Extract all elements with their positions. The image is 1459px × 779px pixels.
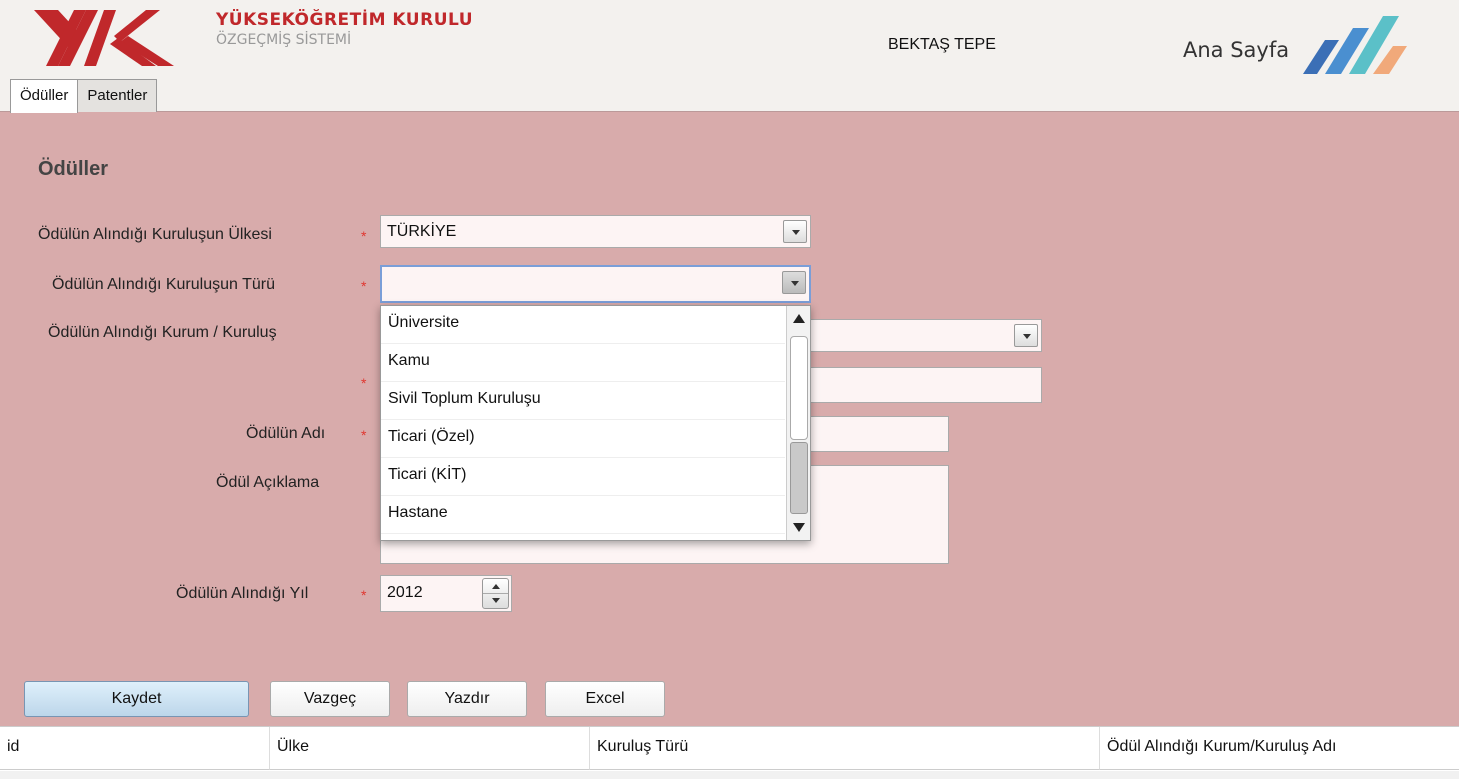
dropdown-option-ticari-kit[interactable]: Ticari (KİT) <box>381 458 785 496</box>
dropdown-scrollbar[interactable] <box>786 306 810 540</box>
column-header-ulke[interactable]: Ülke <box>270 727 590 770</box>
brand-title: YÜKSEKÖĞRETİM KURULU <box>216 10 474 30</box>
excel-button[interactable]: Excel <box>545 681 665 717</box>
user-name: BEKTAŞ TEPE <box>888 36 996 53</box>
year-label: Ödülün Alındığı Yıl <box>176 585 309 602</box>
results-table-header: id Ülke Kuruluş Türü Ödül Alındığı Kurum… <box>0 726 1459 779</box>
chevron-down-icon[interactable] <box>783 220 807 243</box>
table-row <box>0 771 1459 779</box>
dropdown-option-kamu[interactable]: Kamu <box>381 344 785 382</box>
app-header: YÜKSEKÖĞRETİM KURULU ÖZGEÇMİŞ SİSTEMİ BE… <box>0 0 1459 113</box>
required-marker: * <box>361 228 367 244</box>
tab-oduller[interactable]: Ödüller <box>10 79 79 113</box>
column-header-id[interactable]: id <box>0 727 270 770</box>
brand-block: YÜKSEKÖĞRETİM KURULU ÖZGEÇMİŞ SİSTEMİ <box>216 10 473 48</box>
scroll-track[interactable] <box>790 442 808 514</box>
stepper-down-icon[interactable] <box>483 594 508 609</box>
type-label: Ödülün Alındığı Kuruluşun Türü <box>52 276 275 293</box>
page-title: Ödüller <box>38 158 109 180</box>
institution-label: Ödülün Alındığı Kurum / Kuruluş <box>48 324 277 341</box>
scroll-thumb[interactable] <box>790 336 808 440</box>
cancel-button[interactable]: Vazgeç <box>270 681 390 717</box>
dropdown-option-hastane[interactable]: Hastane <box>381 496 785 534</box>
yok-logo-icon <box>34 10 174 66</box>
country-label: Ödülün Alındığı Kuruluşun Ülkesi <box>38 226 272 243</box>
dropdown-option-sivil-toplum[interactable]: Sivil Toplum Kuruluşu <box>381 382 785 420</box>
scroll-up-icon[interactable] <box>787 306 810 330</box>
scroll-down-icon[interactable] <box>787 516 810 540</box>
institution-select[interactable] <box>780 319 1042 352</box>
required-marker: * <box>361 587 367 603</box>
home-link[interactable]: Ana Sayfa <box>1183 38 1289 62</box>
chevron-down-icon[interactable] <box>782 271 806 294</box>
country-value: TÜRKİYE <box>387 223 457 240</box>
description-label: Ödül Açıklama <box>216 474 320 491</box>
stepper-buttons <box>482 578 509 609</box>
column-header-kurum-adi[interactable]: Ödül Alındığı Kurum/Kuruluş Adı <box>1100 727 1459 770</box>
required-marker: * <box>361 278 367 294</box>
year-stepper[interactable]: 2012 <box>380 575 512 612</box>
chevron-down-icon[interactable] <box>1014 324 1038 347</box>
save-button[interactable]: Kaydet <box>24 681 249 717</box>
brand-subtitle: ÖZGEÇMİŞ SİSTEMİ <box>216 32 352 48</box>
type-select[interactable] <box>380 265 811 303</box>
tab-patentler[interactable]: Patentler <box>77 79 158 112</box>
dropdown-option-ticari-ozel[interactable]: Ticari (Özel) <box>381 420 785 458</box>
type-dropdown-list: Üniversite Kamu Sivil Toplum Kuruluşu Ti… <box>380 305 811 541</box>
year-value: 2012 <box>387 584 423 601</box>
award-name-label: Ödülün Adı <box>246 425 326 442</box>
required-marker: * <box>361 427 367 443</box>
home-stripes-icon[interactable] <box>1303 10 1433 78</box>
print-button[interactable]: Yazdır <box>407 681 527 717</box>
tab-bar: Ödüller Patentler <box>10 79 158 113</box>
country-select[interactable]: TÜRKİYE <box>380 215 811 248</box>
required-marker: * <box>361 375 367 391</box>
dropdown-option-universite[interactable]: Üniversite <box>381 306 785 344</box>
column-header-kurulus-turu[interactable]: Kuruluş Türü <box>590 727 1100 770</box>
institution-name-input[interactable] <box>780 367 1042 403</box>
stepper-up-icon[interactable] <box>483 579 508 594</box>
